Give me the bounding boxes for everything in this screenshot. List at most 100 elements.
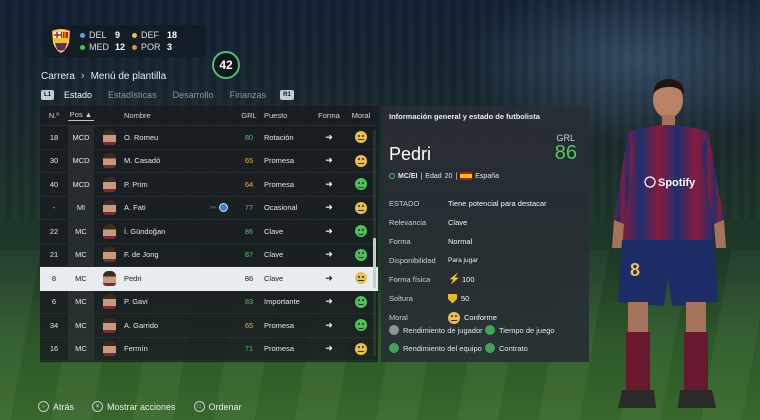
position-dot-icon bbox=[389, 173, 395, 179]
position-count-value: 9 bbox=[115, 30, 121, 40]
player-portrait bbox=[102, 270, 116, 286]
l1-button-hint[interactable]: L1 bbox=[41, 90, 55, 100]
attr-value: 100 bbox=[462, 275, 475, 284]
row-player-name: O. Romeu bbox=[124, 132, 159, 142]
circle-button-icon[interactable]: ○ bbox=[38, 401, 49, 412]
position-count-por: POR 3 bbox=[132, 42, 184, 52]
shirt-sponsor: Spotify bbox=[658, 177, 696, 189]
sort-action[interactable]: Ordenar bbox=[209, 402, 242, 412]
table-row[interactable]: 6 MC P. Gavi 83 Importante ➜ bbox=[40, 290, 378, 314]
header-form[interactable]: Forma bbox=[314, 111, 344, 120]
row-grl: 80 bbox=[244, 132, 254, 142]
row-position: MC bbox=[68, 290, 94, 313]
row-number: 18 bbox=[49, 132, 59, 142]
factor-status-icon bbox=[389, 325, 399, 335]
table-header: N.º Pos ▲ Nombre GRL Puesto Forma Moral bbox=[40, 106, 378, 126]
table-row[interactable]: 21 MC F. de Jong 87 Clave ➜ bbox=[40, 243, 378, 267]
header-num[interactable]: N.º bbox=[40, 111, 68, 120]
row-position: MC bbox=[68, 337, 94, 360]
row-number: 8 bbox=[51, 273, 57, 283]
table-row[interactable]: 16 MC Fermín 71 Promesa ➜ bbox=[40, 337, 378, 361]
table-row[interactable]: 8 MC Pedri 86 Clave ➜ bbox=[40, 267, 378, 291]
table-row[interactable]: 40 MCD P. Prim 64 Promesa ➜ bbox=[40, 173, 378, 197]
tab-bar: L1 Estado Estadísticas Desarrollo Finanz… bbox=[41, 88, 294, 102]
form-arrow-icon: ➜ bbox=[314, 343, 344, 354]
back-action[interactable]: Atrás bbox=[53, 402, 74, 412]
table-row[interactable]: 30 MCD M. Casadó 65 Promesa ➜ bbox=[40, 149, 378, 173]
tab-estado[interactable]: Estado bbox=[64, 90, 92, 100]
row-position: MC bbox=[68, 243, 94, 266]
row-player-name: F. de Jong bbox=[124, 250, 159, 260]
tab-desarrollo[interactable]: Desarrollo bbox=[173, 90, 214, 100]
row-position: MC bbox=[75, 273, 87, 283]
table-row[interactable]: 34 MC A. Garrido 65 Promesa ➜ bbox=[40, 314, 378, 338]
table-row[interactable]: 22 MC İ. Gündoğan 86 Clave ➜ bbox=[40, 220, 378, 244]
form-arrow: ➜ bbox=[325, 296, 333, 307]
form-arrow: ➜ bbox=[325, 272, 333, 283]
row-player-name: P. Gavi bbox=[124, 297, 148, 307]
row-role: Rotación bbox=[264, 132, 294, 142]
position-label: MED bbox=[89, 42, 109, 52]
def-dot-icon bbox=[132, 32, 137, 38]
row-role: Clave bbox=[264, 226, 284, 236]
row-role: Clave bbox=[264, 250, 284, 260]
square-button-icon[interactable]: □ bbox=[193, 401, 205, 412]
row-position: MCD bbox=[68, 149, 94, 172]
row-grl: 64 bbox=[244, 179, 254, 189]
position-counts: DEL 9 DEF 18 MED 12 POR 3 bbox=[80, 30, 184, 52]
r1-button-hint[interactable]: R1 bbox=[280, 90, 294, 100]
player-meta: MC/EI | Edad 20 | España bbox=[389, 172, 499, 180]
shield-icon bbox=[448, 293, 457, 304]
factor-label: Rendimiento del equipo bbox=[403, 343, 482, 353]
happy-face-icon bbox=[355, 178, 367, 191]
squad-total-badge: 42 bbox=[212, 51, 240, 79]
attr-key: Relevancia bbox=[389, 218, 427, 227]
loan-indicator: ››› bbox=[210, 203, 228, 213]
tab-estadisticas[interactable]: Estadísticas bbox=[108, 90, 157, 100]
attr-key: Soltura bbox=[389, 294, 413, 303]
attr-key: Forma física bbox=[389, 275, 431, 284]
grl-value: 86 bbox=[554, 142, 577, 164]
squad-table: N.º Pos ▲ Nombre GRL Puesto Forma Moral … bbox=[40, 106, 378, 362]
header-moral[interactable]: Moral bbox=[344, 111, 378, 120]
por-dot-icon bbox=[132, 44, 137, 50]
scrollbar-thumb[interactable] bbox=[373, 238, 376, 288]
row-number: 22 bbox=[49, 226, 59, 236]
row-position: MC bbox=[68, 314, 94, 337]
globe-icon bbox=[219, 203, 228, 213]
row-role: Promesa bbox=[264, 320, 295, 330]
header-pos[interactable]: Pos ▲ bbox=[68, 110, 94, 121]
neutral-face-icon bbox=[355, 201, 367, 214]
shorts-number: 8 bbox=[630, 260, 640, 280]
breadcrumb: Carrera › Menú de plantilla bbox=[41, 70, 166, 82]
row-name-cell: M. Casadó bbox=[124, 156, 234, 165]
row-number: 6 bbox=[51, 297, 57, 307]
position-count-value: 18 bbox=[167, 30, 178, 40]
player-face bbox=[94, 200, 124, 216]
player-portrait bbox=[102, 223, 116, 239]
form-arrow-icon: ➜ bbox=[314, 155, 344, 166]
tab-finanzas[interactable]: Finanzas bbox=[230, 90, 267, 100]
factor-playing-time: Tiempo de juego bbox=[485, 325, 581, 335]
factor-label: Rendimiento de jugador bbox=[403, 325, 483, 335]
player-portrait bbox=[102, 317, 116, 333]
row-number: 16 bbox=[49, 344, 59, 354]
table-row[interactable]: - MI A. Fati ››› 77 Ocasional ➜ bbox=[40, 196, 378, 220]
neutral-face-icon bbox=[355, 272, 367, 285]
breadcrumb-root[interactable]: Carrera bbox=[41, 71, 75, 82]
attr-value: Conforme bbox=[464, 313, 497, 322]
table-body: 18 MCD O. Romeu 80 Rotación ➜ 30 MCD M. … bbox=[40, 126, 378, 361]
header-role[interactable]: Puesto bbox=[264, 111, 314, 120]
header-grl[interactable]: GRL bbox=[234, 111, 264, 120]
attr-soltura: Soltura 50 bbox=[389, 289, 579, 308]
meta-separator: | bbox=[455, 172, 458, 180]
row-role: Promesa bbox=[264, 179, 295, 189]
show-actions-action[interactable]: Mostrar acciones bbox=[107, 402, 176, 412]
form-arrow: ➜ bbox=[325, 319, 333, 330]
table-row[interactable]: 18 MCD O. Romeu 80 Rotación ➜ bbox=[40, 126, 378, 150]
row-number: 30 bbox=[49, 156, 59, 166]
cross-button-icon[interactable]: ✕ bbox=[92, 401, 104, 412]
header-name[interactable]: Nombre bbox=[124, 111, 234, 120]
row-number: 21 bbox=[49, 250, 59, 260]
form-arrow-icon: ➜ bbox=[314, 273, 344, 284]
